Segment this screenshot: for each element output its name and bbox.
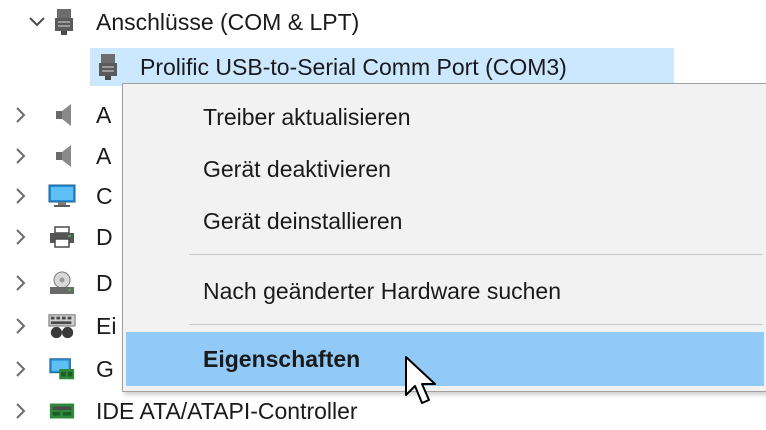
context-menu: Treiber aktualisieren Gerät deaktivieren… xyxy=(122,83,766,392)
tree-item-ide-controller[interactable]: IDE ATA/ATAPI-Controller xyxy=(0,391,766,430)
device-manager-view: Anschlüsse (COM & LPT) Prolific USB-to-S… xyxy=(0,0,766,430)
chevron-right-icon[interactable] xyxy=(10,315,32,337)
tree-item-label: A xyxy=(96,143,112,169)
chevron-right-icon[interactable] xyxy=(10,358,32,380)
tree-item-label: C xyxy=(96,183,113,209)
tree-item-label: A xyxy=(96,102,112,128)
menu-item-label: Treiber aktualisieren xyxy=(203,104,411,130)
tree-item-prolific-label: Prolific USB-to-Serial Comm Port (COM3) xyxy=(140,54,567,80)
chevron-down-icon[interactable] xyxy=(26,11,48,33)
tree-item-ports-label: Anschlüsse (COM & LPT) xyxy=(96,9,360,35)
menu-item-properties[interactable]: Eigenschaften xyxy=(126,332,764,386)
menu-item-label: Gerät deaktivieren xyxy=(203,156,391,182)
printer-icon xyxy=(48,223,76,251)
tree-item-computer[interactable]: C xyxy=(0,176,122,216)
tree-item-label: D xyxy=(96,224,113,250)
tree-item-display-adapters[interactable]: G xyxy=(0,349,122,389)
menu-separator xyxy=(189,324,763,325)
menu-item-update-driver[interactable]: Treiber aktualisieren xyxy=(123,90,766,144)
monitor-icon xyxy=(48,182,76,210)
tree-item-prolific-port[interactable]: Prolific USB-to-Serial Comm Port (COM3) xyxy=(0,47,766,87)
tree-item-audio-devices[interactable]: A xyxy=(0,136,122,176)
port-connector-icon xyxy=(50,8,78,36)
menu-item-label: Eigenschaften xyxy=(203,346,361,372)
keyboard-device-icon xyxy=(48,312,76,340)
tree-item-ports[interactable]: Anschlüsse (COM & LPT) xyxy=(0,2,766,42)
menu-item-label: Nach geänderter Hardware suchen xyxy=(203,278,561,304)
tree-item-label: Ei xyxy=(96,313,117,339)
tree-item-printers[interactable]: D xyxy=(0,217,122,257)
speaker-icon xyxy=(50,142,78,170)
tree-item-ide-label: IDE ATA/ATAPI-Controller xyxy=(96,398,358,424)
chevron-right-icon[interactable] xyxy=(10,185,32,207)
tree-item-input-devices[interactable]: Ei xyxy=(0,306,122,346)
menu-item-label: Gerät deinstallieren xyxy=(203,208,403,234)
tree-item-label: G xyxy=(96,356,114,382)
disk-drive-icon xyxy=(48,269,76,297)
chevron-right-icon[interactable] xyxy=(10,400,32,422)
chevron-right-icon[interactable] xyxy=(10,226,32,248)
chevron-right-icon[interactable] xyxy=(10,104,32,126)
menu-separator xyxy=(189,254,763,255)
menu-item-uninstall-device[interactable]: Gerät deinstallieren xyxy=(123,194,766,248)
chevron-right-icon[interactable] xyxy=(10,145,32,167)
menu-item-scan-hardware[interactable]: Nach geänderter Hardware suchen xyxy=(123,264,766,318)
display-adapter-icon xyxy=(48,355,76,383)
storage-controller-icon xyxy=(48,397,76,425)
tree-item-dvd-drives[interactable]: D xyxy=(0,263,122,303)
speaker-icon xyxy=(50,101,78,129)
chevron-right-icon[interactable] xyxy=(10,272,32,294)
tree-item-audio-in-out[interactable]: A xyxy=(0,95,122,135)
tree-item-label: D xyxy=(96,270,113,296)
mouse-cursor-icon xyxy=(405,356,436,404)
port-connector-icon xyxy=(94,53,122,81)
menu-item-disable-device[interactable]: Gerät deaktivieren xyxy=(123,142,766,196)
